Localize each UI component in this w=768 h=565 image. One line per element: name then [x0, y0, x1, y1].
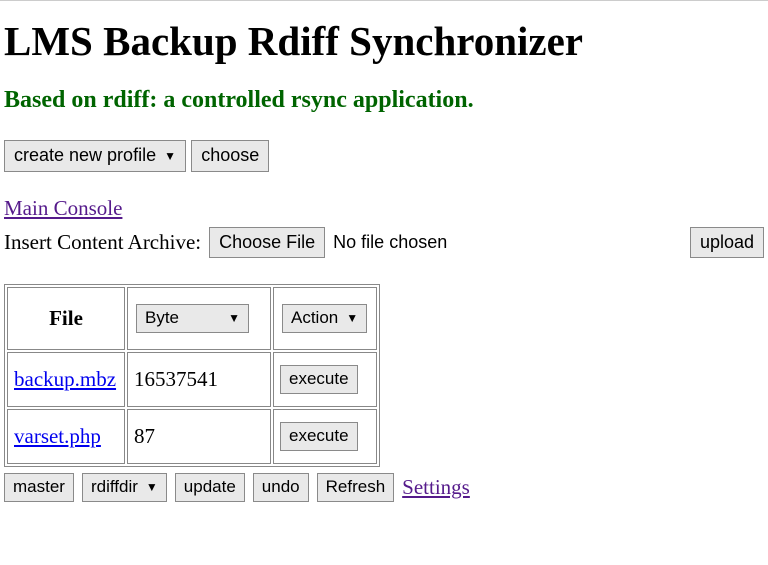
profile-select[interactable]: create new profile ▼ [4, 140, 186, 172]
profile-select-label: create new profile [14, 145, 156, 167]
chevron-down-icon: ▼ [146, 480, 158, 494]
file-bytes: 87 [127, 409, 271, 464]
choose-file-button[interactable]: Choose File [209, 227, 325, 259]
col-file-header: File [7, 287, 125, 350]
action-select-label: Action [291, 308, 338, 328]
chevron-down-icon: ▼ [164, 149, 176, 163]
rdiffdir-select-label: rdiffdir [91, 477, 138, 497]
chevron-down-icon: ▼ [346, 311, 358, 325]
top-toolbar: create new profile ▼ choose [4, 140, 764, 172]
byte-select-label: Byte [145, 308, 179, 328]
upload-button[interactable]: upload [690, 227, 764, 259]
main-console-row: Main Console [4, 196, 764, 221]
refresh-button[interactable]: Refresh [317, 473, 395, 501]
table-row: backup.mbz 16537541 execute [7, 352, 377, 407]
update-button[interactable]: update [175, 473, 245, 501]
file-bytes: 16537541 [127, 352, 271, 407]
file-status: No file chosen [333, 232, 447, 253]
col-byte-header: Byte ▼ [127, 287, 271, 350]
upload-label: Insert Content Archive: [4, 230, 201, 255]
master-button[interactable]: master [4, 473, 74, 501]
upload-row: Insert Content Archive: Choose File No f… [4, 227, 764, 259]
byte-select[interactable]: Byte ▼ [136, 304, 249, 332]
table-header-row: File Byte ▼ Action ▼ [7, 287, 377, 350]
rdiffdir-select[interactable]: rdiffdir ▼ [82, 473, 167, 501]
file-table: File Byte ▼ Action ▼ backup.mbz 16537541… [4, 284, 380, 467]
table-row: varset.php 87 execute [7, 409, 377, 464]
chevron-down-icon: ▼ [228, 311, 240, 325]
execute-button[interactable]: execute [280, 365, 358, 393]
bottom-toolbar: master rdiffdir ▼ update undo Refresh Se… [4, 473, 764, 501]
undo-button[interactable]: undo [253, 473, 309, 501]
main-console-link[interactable]: Main Console [4, 196, 122, 220]
file-link[interactable]: backup.mbz [14, 367, 116, 391]
settings-link[interactable]: Settings [402, 475, 470, 500]
action-select[interactable]: Action ▼ [282, 304, 367, 332]
page-title: LMS Backup Rdiff Synchronizer [4, 17, 764, 65]
choose-button[interactable]: choose [191, 140, 269, 172]
file-link[interactable]: varset.php [14, 424, 101, 448]
execute-button[interactable]: execute [280, 422, 358, 450]
page-subtitle: Based on rdiff: a controlled rsync appli… [4, 87, 764, 114]
col-action-header: Action ▼ [273, 287, 377, 350]
